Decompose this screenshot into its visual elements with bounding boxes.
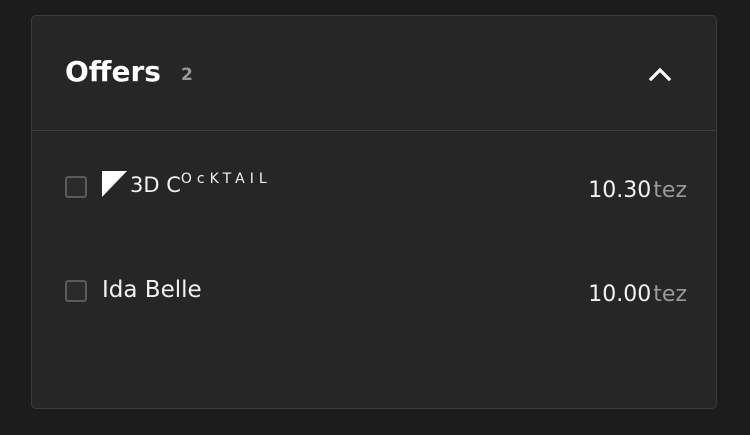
offer-row: 3D C OcKTAIL 10.30tez bbox=[65, 170, 687, 204]
cocktail-logo-icon bbox=[102, 171, 127, 197]
offer-price-value: 10.30 bbox=[588, 178, 652, 203]
offer-price-unit: tez bbox=[653, 282, 687, 307]
offer-name-link[interactable]: 3D C OcKTAIL bbox=[102, 170, 272, 204]
offer-price-unit: tez bbox=[653, 178, 687, 203]
offers-header: Offers 2 bbox=[32, 16, 716, 131]
collapse-button[interactable] bbox=[646, 60, 674, 88]
offers-title: Offers bbox=[65, 55, 161, 88]
offer-price: 10.00tez bbox=[588, 282, 687, 307]
offers-count-badge: 2 bbox=[181, 65, 193, 85]
offer-name-link[interactable]: Ida Belle bbox=[102, 277, 202, 303]
offer-row: Ida Belle 10.00tez bbox=[65, 274, 687, 308]
offer-checkbox[interactable] bbox=[65, 176, 87, 198]
offer-name-super: OcKTAIL bbox=[180, 171, 272, 187]
offer-price: 10.30tez bbox=[588, 178, 687, 203]
chevron-up-icon bbox=[648, 67, 672, 82]
offer-name-main: 3D C bbox=[130, 173, 181, 197]
offer-checkbox[interactable] bbox=[65, 280, 87, 302]
offer-price-value: 10.00 bbox=[588, 282, 652, 307]
offers-panel: Offers 2 3D C OcKTAIL 10.30tez Ida Belle… bbox=[31, 15, 717, 409]
